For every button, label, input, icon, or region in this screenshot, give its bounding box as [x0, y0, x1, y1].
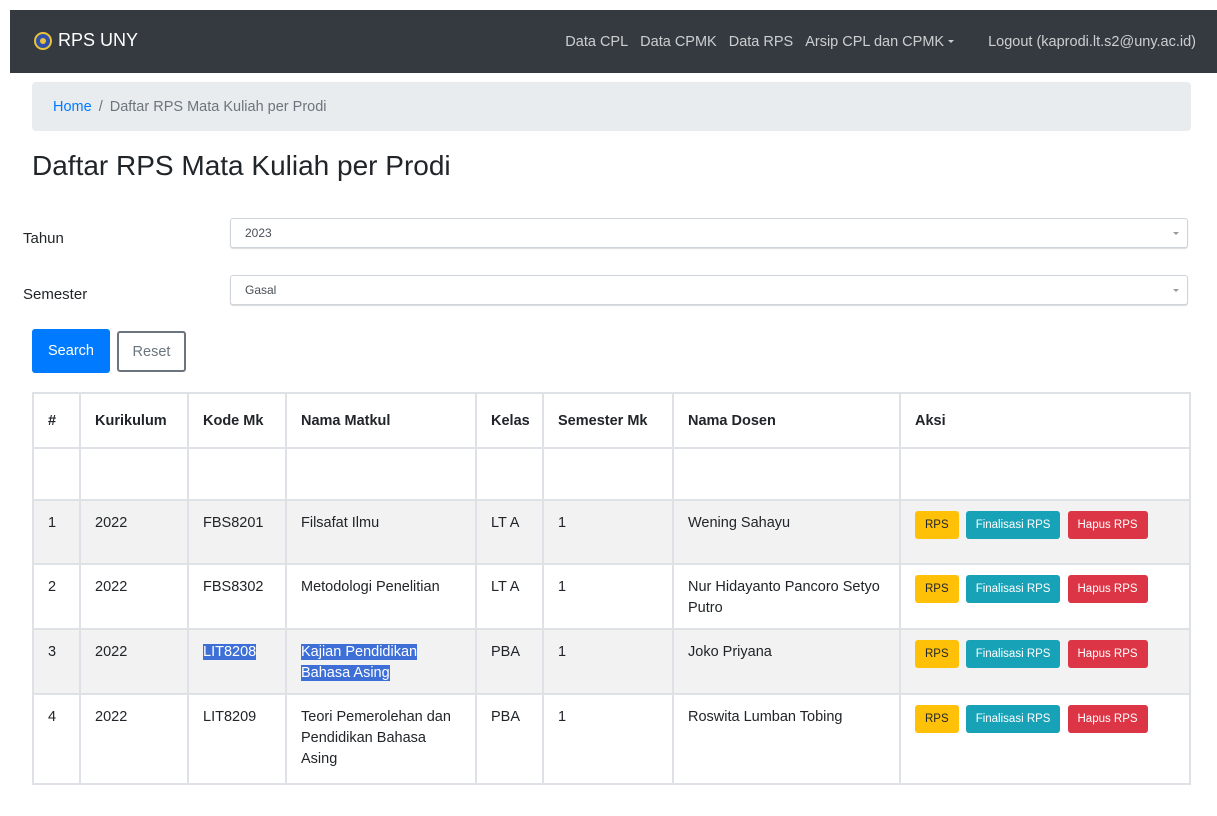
cell-nama: Kajian Pendidikan Bahasa Asing: [285, 628, 477, 695]
cell-semester: 1: [542, 499, 674, 565]
tahun-select-value: 2023: [245, 226, 272, 240]
cell-nama: Filsafat Ilmu: [285, 499, 477, 565]
semester-label: Semester: [23, 286, 88, 303]
header-nama-dosen: Nama Dosen: [672, 392, 901, 449]
tahun-select[interactable]: 2023: [230, 218, 1188, 248]
rps-button[interactable]: RPS: [915, 511, 959, 539]
cell-dosen: Wening Sahayu: [672, 499, 901, 565]
header-nama-matkul: Nama Matkul: [285, 392, 477, 449]
semester-select-value: Gasal: [245, 283, 277, 297]
breadcrumb-separator: /: [98, 98, 103, 115]
finalisasi-rps-button[interactable]: Finalisasi RPS: [965, 640, 1061, 668]
filter-row: [32, 447, 1191, 501]
header-no: #: [32, 392, 81, 449]
nav-data-rps[interactable]: Data RPS: [729, 34, 793, 50]
uny-logo-icon: [34, 31, 52, 50]
breadcrumb-current: Daftar RPS Mata Kuliah per Prodi: [109, 98, 327, 115]
table-header-row: # Kurikulum Kode Mk Nama Matkul Kelas Se…: [32, 392, 1191, 449]
cell-dosen: Joko Priyana: [672, 628, 901, 695]
cell-aksi: RPS Finalisasi RPS Hapus RPS: [899, 563, 1191, 630]
page-title: Daftar RPS Mata Kuliah per Prodi: [32, 150, 451, 181]
nav-logout[interactable]: Logout (kaprodi.lt.s2@uny.ac.id): [988, 34, 1196, 50]
filter-cell[interactable]: [475, 447, 544, 501]
cell-kelas: LT A: [475, 499, 544, 565]
brand-text: RPS UNY: [58, 30, 139, 50]
selected-nama-text: Kajian Pendidikan Bahasa Asing: [301, 644, 418, 681]
brand-link[interactable]: RPS UNY: [34, 30, 138, 51]
header-kelas: Kelas: [475, 392, 544, 449]
semester-select[interactable]: Gasal: [230, 275, 1188, 305]
cell-kurikulum: 2022: [79, 563, 189, 630]
cell-dosen: Nur Hidayanto Pancoro Setyo Putro: [672, 563, 901, 630]
cell-kurikulum: 2022: [79, 499, 189, 565]
cell-aksi: RPS Finalisasi RPS Hapus RPS: [899, 693, 1191, 785]
rps-button[interactable]: RPS: [915, 640, 959, 668]
navbar: RPS UNY Data CPL Data CPMK Data RPS Arsi…: [10, 10, 1217, 73]
header-aksi: Aksi: [899, 392, 1191, 449]
cell-no: 4: [32, 693, 81, 785]
table-row: 1 2022 FBS8201 Filsafat Ilmu LT A 1 Weni…: [32, 499, 1191, 565]
nav-data-cpmk[interactable]: Data CPMK: [640, 34, 717, 50]
reset-button[interactable]: Reset: [117, 331, 186, 372]
cell-semester: 1: [542, 628, 674, 695]
cell-dosen: Roswita Lumban Tobing: [672, 693, 901, 785]
filter-cell[interactable]: [32, 447, 81, 501]
cell-kode: LIT8209: [187, 693, 287, 785]
nav-data-cpl[interactable]: Data CPL: [565, 34, 628, 50]
tahun-label: Tahun: [23, 230, 64, 247]
filter-cell: [899, 447, 1191, 501]
table-row: 3 2022 LIT8208 Kajian Pendidikan Bahasa …: [32, 628, 1191, 695]
cell-semester: 1: [542, 563, 674, 630]
cell-kelas: PBA: [475, 693, 544, 785]
finalisasi-rps-button[interactable]: Finalisasi RPS: [965, 705, 1061, 733]
hapus-rps-button[interactable]: Hapus RPS: [1067, 575, 1148, 603]
hapus-rps-button[interactable]: Hapus RPS: [1067, 705, 1148, 733]
filter-cell[interactable]: [542, 447, 674, 501]
cell-kelas: PBA: [475, 628, 544, 695]
filter-cell[interactable]: [79, 447, 189, 501]
cell-kode: FBS8302: [187, 563, 287, 630]
search-button[interactable]: Search: [32, 329, 110, 373]
chevron-down-icon: [1173, 289, 1179, 292]
rps-table: # Kurikulum Kode Mk Nama Matkul Kelas Se…: [32, 392, 1191, 785]
filter-cell[interactable]: [285, 447, 477, 501]
nav-items: Data CPL Data CPMK Data RPS Arsip CPL da…: [565, 10, 1217, 73]
table-row: 4 2022 LIT8209 Teori Pemerolehan dan Pen…: [32, 693, 1191, 785]
cell-aksi: RPS Finalisasi RPS Hapus RPS: [899, 628, 1191, 695]
cell-kode: FBS8201: [187, 499, 287, 565]
header-kode-mk: Kode Mk: [187, 392, 287, 449]
selected-kode-text: LIT8208: [203, 644, 257, 660]
cell-nama: Metodologi Penelitian: [285, 563, 477, 630]
cell-no: 3: [32, 628, 81, 695]
finalisasi-rps-button[interactable]: Finalisasi RPS: [965, 511, 1061, 539]
cell-nama: Teori Pemerolehan dan Pendidikan Bahasa …: [285, 693, 477, 785]
filter-cell[interactable]: [672, 447, 901, 501]
cell-no: 2: [32, 563, 81, 630]
rps-button[interactable]: RPS: [915, 705, 959, 733]
rps-button[interactable]: RPS: [915, 575, 959, 603]
breadcrumb: Home / Daftar RPS Mata Kuliah per Prodi: [32, 82, 1191, 131]
table-row: 2 2022 FBS8302 Metodologi Penelitian LT …: [32, 563, 1191, 630]
header-semester-mk: Semester Mk: [542, 392, 674, 449]
cell-semester: 1: [542, 693, 674, 785]
cell-kode: LIT8208: [187, 628, 287, 695]
breadcrumb-home-link[interactable]: Home: [53, 99, 92, 115]
filter-cell[interactable]: [187, 447, 287, 501]
cell-aksi: RPS Finalisasi RPS Hapus RPS: [899, 499, 1191, 565]
cell-kelas: LT A: [475, 563, 544, 630]
header-kurikulum: Kurikulum: [79, 392, 189, 449]
finalisasi-rps-button[interactable]: Finalisasi RPS: [965, 575, 1061, 603]
hapus-rps-button[interactable]: Hapus RPS: [1067, 511, 1148, 539]
cell-kurikulum: 2022: [79, 628, 189, 695]
chevron-down-icon: [1173, 232, 1179, 235]
cell-no: 1: [32, 499, 81, 565]
cell-kurikulum: 2022: [79, 693, 189, 785]
hapus-rps-button[interactable]: Hapus RPS: [1067, 640, 1148, 668]
nav-arsip-dropdown[interactable]: Arsip CPL dan CPMK: [805, 34, 954, 50]
